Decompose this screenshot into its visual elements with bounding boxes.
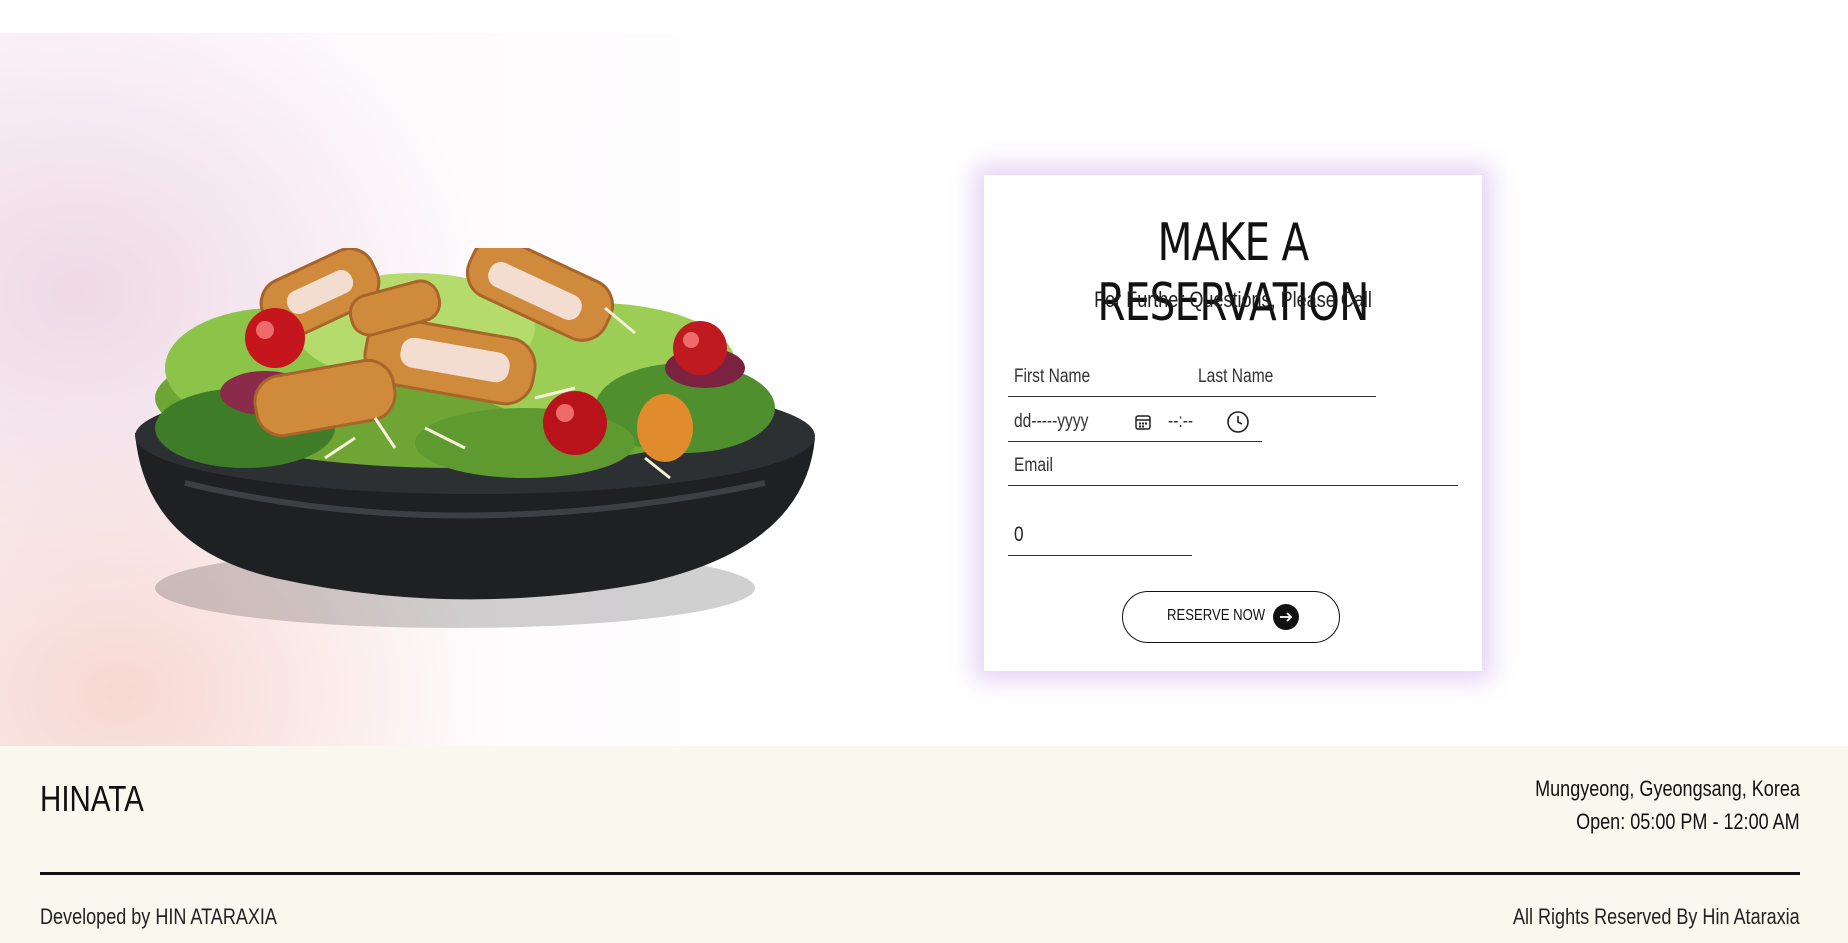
last-name-input[interactable]: Last Name — [1198, 366, 1273, 388]
footer-hours: Open: 05:00 PM - 12:00 AM — [1576, 809, 1800, 834]
footer-divider — [40, 872, 1800, 875]
reservation-subtitle: For Further Questions, Please Call — [1094, 287, 1372, 312]
guests-input[interactable]: 0 — [1014, 523, 1024, 547]
reservation-title: MAKE A RESERVATION — [1097, 213, 1369, 333]
reservation-card: MAKE A RESERVATION For Further Questions… — [984, 175, 1482, 671]
name-field[interactable]: First Name Last Name — [1008, 358, 1376, 397]
footer: HINATA Mungyeong, Gyeongsang, Korea Open… — [0, 746, 1848, 943]
footer-rights: All Rights Reserved By Hin Ataraxia — [1513, 904, 1800, 929]
footer-brand: HINATA — [40, 778, 144, 819]
page: MAKE A RESERVATION For Further Questions… — [0, 0, 1848, 943]
email-input[interactable]: Email — [1014, 455, 1053, 477]
guests-field[interactable]: 0 — [1008, 505, 1192, 556]
email-field[interactable]: Email — [1008, 447, 1458, 486]
reserve-now-label: RESERVE NOW — [1167, 607, 1266, 624]
date-input[interactable]: dd-----yyyy — [1014, 411, 1088, 433]
datetime-field[interactable]: dd-----yyyy --:-- — [1008, 403, 1262, 442]
salad-image — [135, 248, 815, 628]
clock-icon[interactable] — [1226, 410, 1250, 434]
footer-address: Mungyeong, Gyeongsang, Korea — [1535, 776, 1800, 801]
first-name-input[interactable]: First Name — [1014, 366, 1090, 388]
footer-developed-by: Developed by HIN ATARAXIA — [40, 904, 277, 929]
arrow-right-icon — [1273, 604, 1299, 630]
hero-section: MAKE A RESERVATION For Further Questions… — [0, 33, 1848, 746]
time-input[interactable]: --:-- — [1168, 411, 1193, 433]
reserve-now-button[interactable]: RESERVE NOW — [1122, 591, 1340, 643]
calendar-icon[interactable] — [1134, 413, 1152, 431]
